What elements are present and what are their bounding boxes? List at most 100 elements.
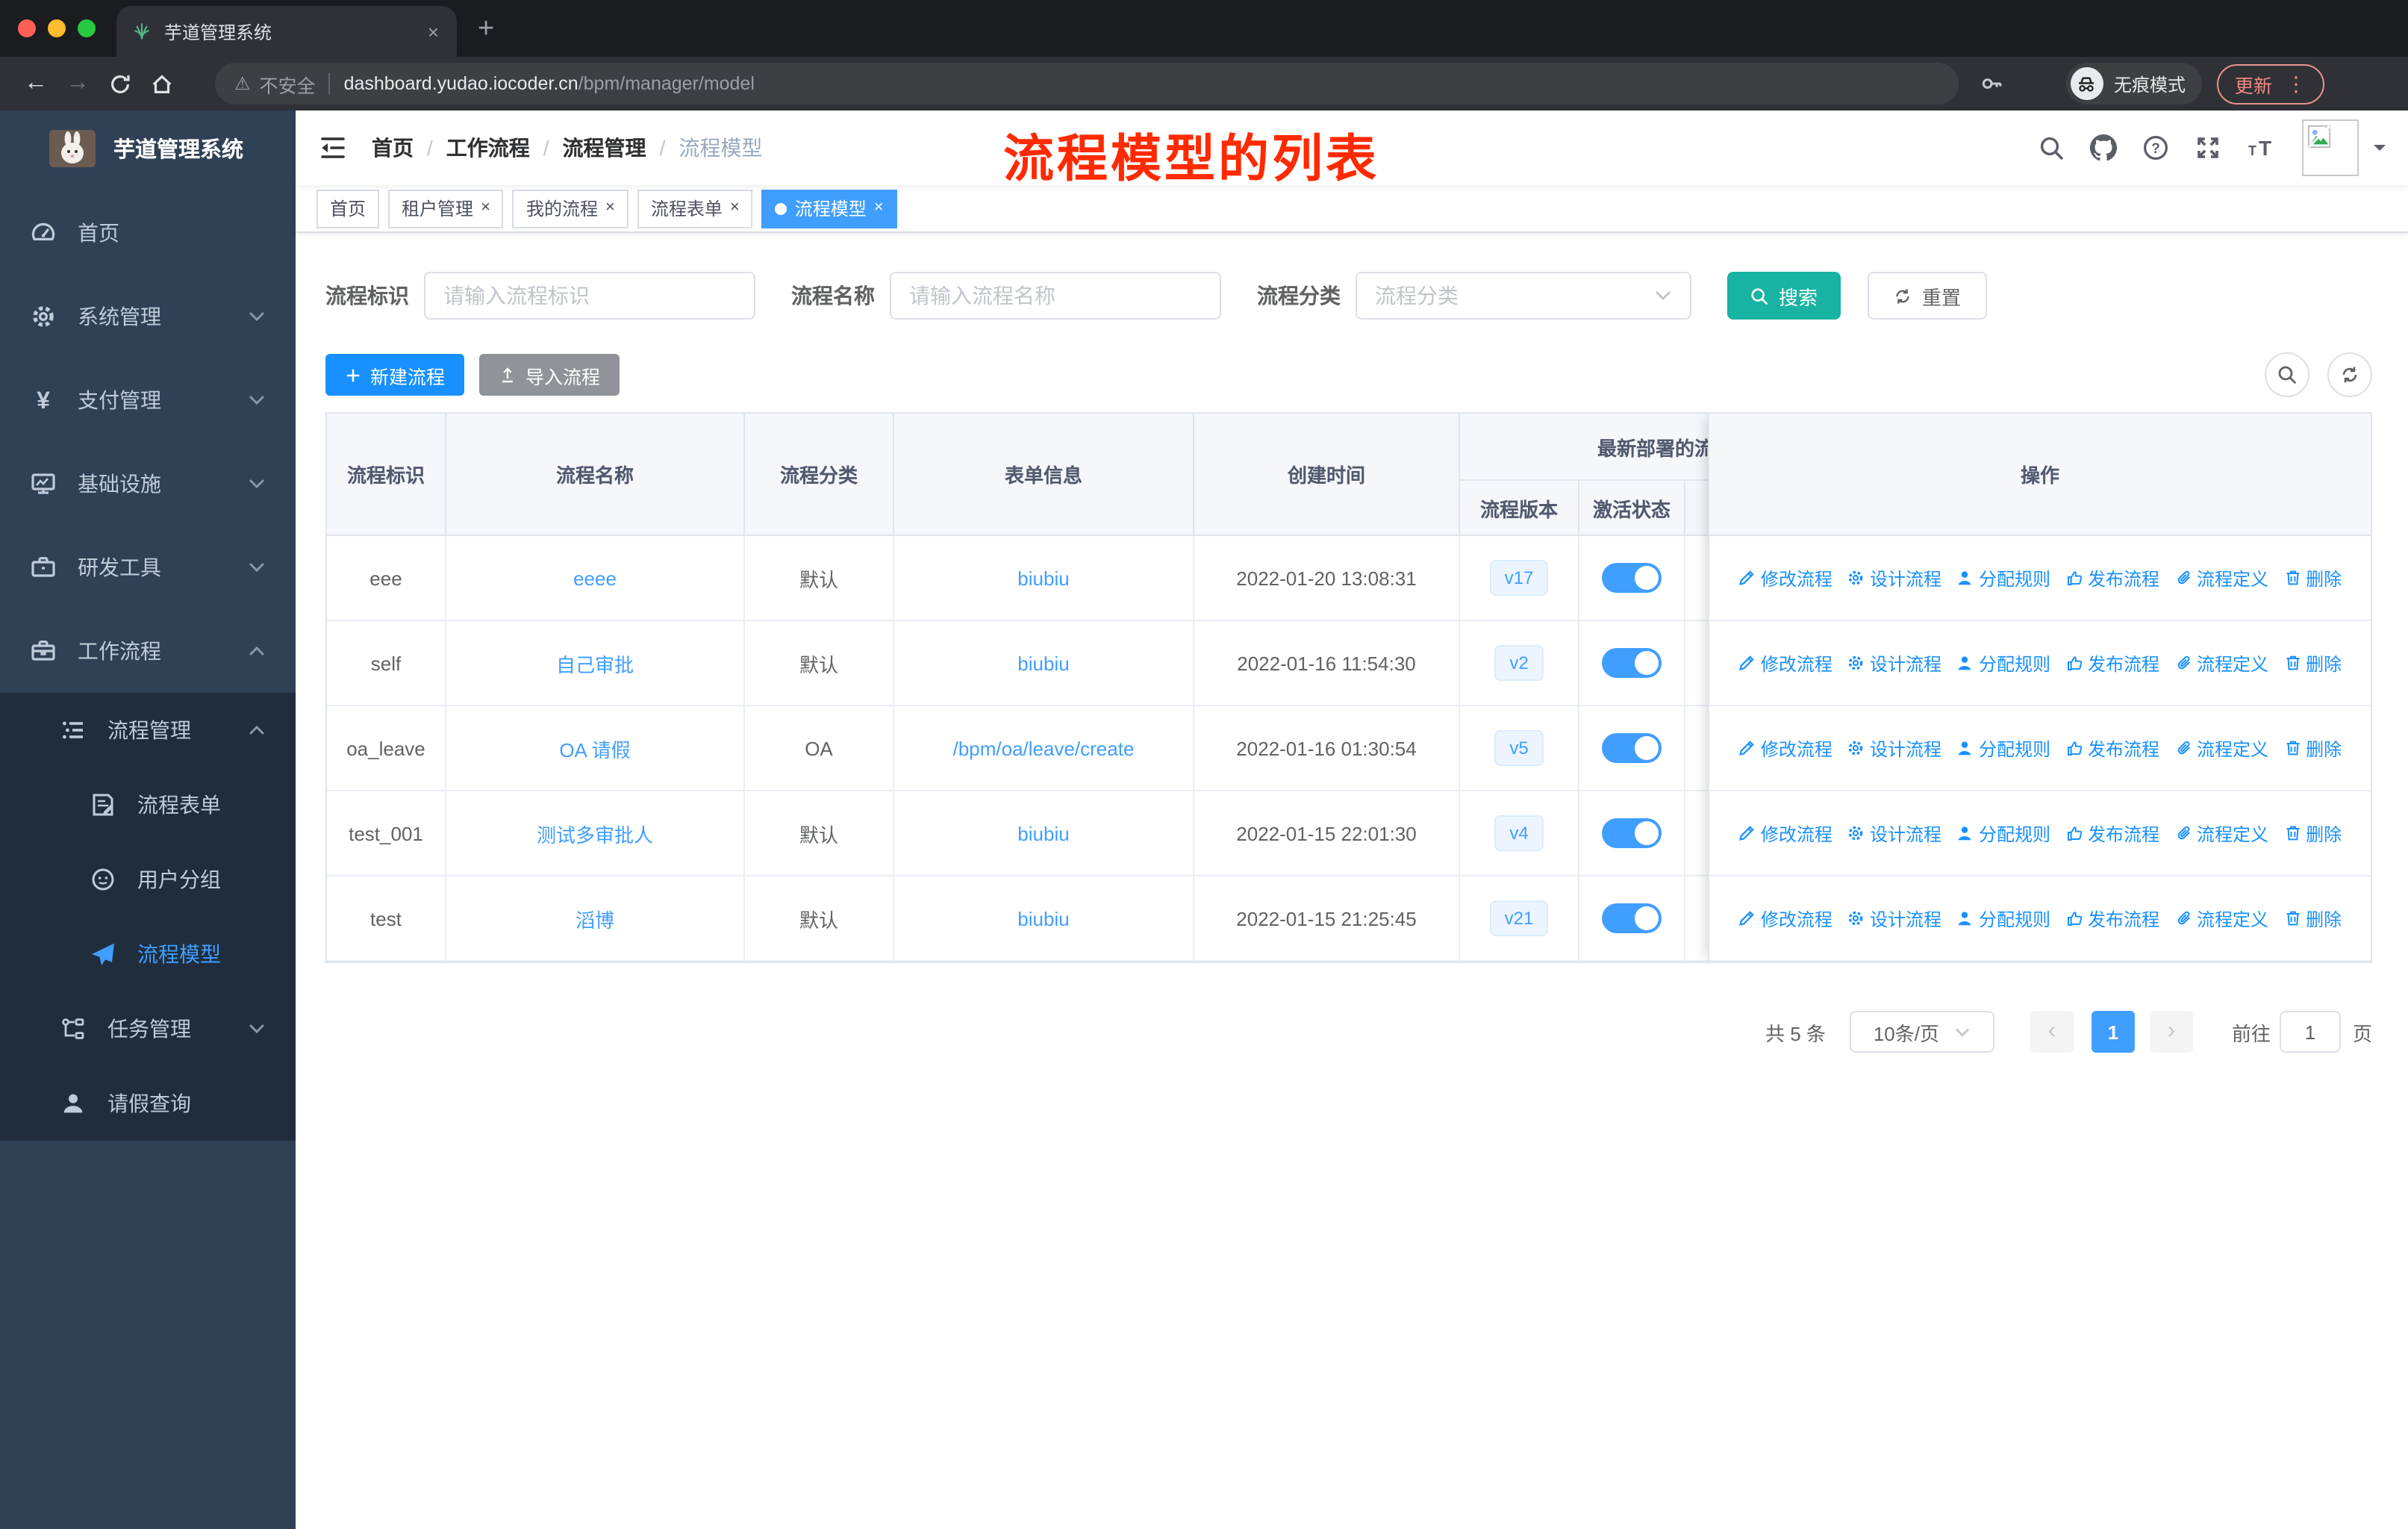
browser-update-button[interactable]: 更新 ⋮ [2216,63,2324,104]
breadcrumb-item[interactable]: 首页 [372,133,414,163]
modify-process-link[interactable]: 修改流程 [1738,565,1832,591]
home-button[interactable] [140,63,182,105]
process-name-input[interactable] [890,272,1221,320]
sidebar-item[interactable]: 流程模型 [0,917,296,991]
window-close-button[interactable] [18,19,36,37]
page-size-select[interactable]: 10条/页 [1849,1011,1994,1053]
goto-page-input[interactable] [2279,1011,2341,1053]
publish-process-link[interactable]: 发布流程 [2065,820,2159,846]
tag-tab[interactable]: 我的流程 × [512,189,628,228]
menu-dots-icon[interactable]: ⋮ [2286,73,2306,94]
tag-tab[interactable]: 流程模型 × [761,189,897,228]
avatar[interactable] [2302,119,2359,176]
delete-link[interactable]: 删除 [2283,650,2342,676]
assign-rule-link[interactable]: 分配规则 [1956,906,2050,931]
sidebar-item[interactable]: 流程表单 [0,767,296,842]
delete-link[interactable]: 删除 [2283,735,2342,761]
tag-close-icon[interactable]: × [874,199,884,217]
modify-process-link[interactable]: 修改流程 [1738,906,1832,931]
sidebar-item[interactable]: 任务管理 [0,991,296,1066]
publish-process-link[interactable]: 发布流程 [2065,650,2159,676]
process-name-link[interactable]: 测试多审批人 [537,819,653,847]
breadcrumb-item[interactable]: 流程管理 [563,133,646,163]
github-icon[interactable] [2090,134,2117,161]
tag-close-icon[interactable]: × [605,199,615,217]
process-name-link[interactable]: 自己审批 [556,649,634,677]
process-name-link[interactable]: 滔博 [576,904,614,932]
delete-link[interactable]: 删除 [2283,565,2342,591]
process-definition-link[interactable]: 流程定义 [2174,650,2268,676]
process-definition-link[interactable]: 流程定义 [2174,820,2268,846]
window-zoom-button[interactable] [78,19,96,37]
security-label[interactable]: 不安全 [260,69,316,98]
browser-tab[interactable]: 芋道管理系统 × [116,6,457,57]
modify-process-link[interactable]: 修改流程 [1738,820,1832,846]
form-link[interactable]: biubiu [1017,822,1069,844]
import-process-button[interactable]: 导入流程 [479,354,620,396]
form-link[interactable]: biubiu [1017,567,1069,589]
sidebar-item[interactable]: 支付管理 [0,358,296,442]
sidebar-item[interactable]: 研发工具 [0,526,296,609]
process-category-select[interactable]: 流程分类 [1356,272,1691,320]
refresh-table-button[interactable] [2327,352,2372,397]
tab-close-icon[interactable]: × [425,20,442,43]
tag-tab[interactable]: 流程表单 × [637,189,753,228]
publish-process-link[interactable]: 发布流程 [2065,565,2159,591]
process-name-link[interactable]: OA 请假 [559,734,630,762]
activation-toggle[interactable] [1602,818,1662,848]
assign-rule-link[interactable]: 分配规则 [1956,565,2050,591]
window-minimize-button[interactable] [48,19,66,37]
assign-rule-link[interactable]: 分配规则 [1956,650,2050,676]
sidebar-item[interactable]: 请假查询 [0,1066,296,1141]
caret-down-icon[interactable] [2372,140,2387,155]
assign-rule-link[interactable]: 分配规则 [1956,820,2050,846]
current-page-button[interactable]: 1 [2091,1011,2135,1053]
tag-close-icon[interactable]: × [481,199,490,217]
publish-process-link[interactable]: 发布流程 [2065,735,2159,761]
delete-link[interactable]: 删除 [2283,906,2342,931]
sidebar-item[interactable]: 首页 [0,191,296,275]
modify-process-link[interactable]: 修改流程 [1738,735,1832,761]
activation-toggle[interactable] [1602,648,1662,678]
toggle-search-button[interactable] [2265,352,2309,397]
create-process-button[interactable]: 新建流程 [325,354,465,396]
forward-button[interactable]: → [57,63,99,105]
tag-tab[interactable]: 租户管理 × [388,189,504,228]
process-definition-link[interactable]: 流程定义 [2174,735,2268,761]
tag-close-icon[interactable]: × [730,199,740,217]
publish-process-link[interactable]: 发布流程 [2065,906,2159,931]
reload-button[interactable] [99,63,140,105]
activation-toggle[interactable] [1602,903,1662,933]
search-button[interactable]: 搜索 [1727,272,1841,320]
new-tab-button[interactable]: + [478,14,494,43]
back-button[interactable]: ← [15,63,57,105]
breadcrumb-item[interactable]: 工作流程 [446,133,530,163]
sidebar-item[interactable]: 工作流程 [0,609,296,693]
design-process-link[interactable]: 设计流程 [1847,820,1941,846]
prev-page-button[interactable]: ‹ [2030,1011,2074,1053]
modify-process-link[interactable]: 修改流程 [1738,650,1832,676]
form-link[interactable]: /bpm/oa/leave/create [953,737,1135,759]
activation-toggle[interactable] [1602,733,1662,763]
design-process-link[interactable]: 设计流程 [1847,735,1941,761]
next-page-button[interactable]: › [2149,1011,2193,1053]
design-process-link[interactable]: 设计流程 [1847,906,1941,931]
sidebar-item[interactable]: 基础设施 [0,442,296,526]
process-definition-link[interactable]: 流程定义 [2174,906,2268,931]
help-icon[interactable] [2142,134,2169,161]
fullscreen-icon[interactable] [2195,134,2221,161]
sidebar-item[interactable]: 流程管理 [0,693,296,767]
design-process-link[interactable]: 设计流程 [1847,650,1941,676]
sidebar-item[interactable]: 系统管理 [0,275,296,358]
assign-rule-link[interactable]: 分配规则 [1956,735,2050,761]
activation-toggle[interactable] [1602,563,1662,593]
search-icon[interactable] [2038,134,2065,161]
bookmark-star-icon[interactable] [2012,63,2054,105]
form-link[interactable]: biubiu [1017,907,1069,929]
process-name-link[interactable]: eeee [573,567,617,589]
tag-tab[interactable]: 首页 [316,189,380,228]
process-key-input[interactable] [424,272,755,320]
design-process-link[interactable]: 设计流程 [1847,565,1941,591]
sidebar-item[interactable]: 用户分组 [0,842,296,917]
url-bar[interactable]: ⚠ 不安全 dashboard.yudao.iocoder.cn /bpm/ma… [215,63,1959,105]
